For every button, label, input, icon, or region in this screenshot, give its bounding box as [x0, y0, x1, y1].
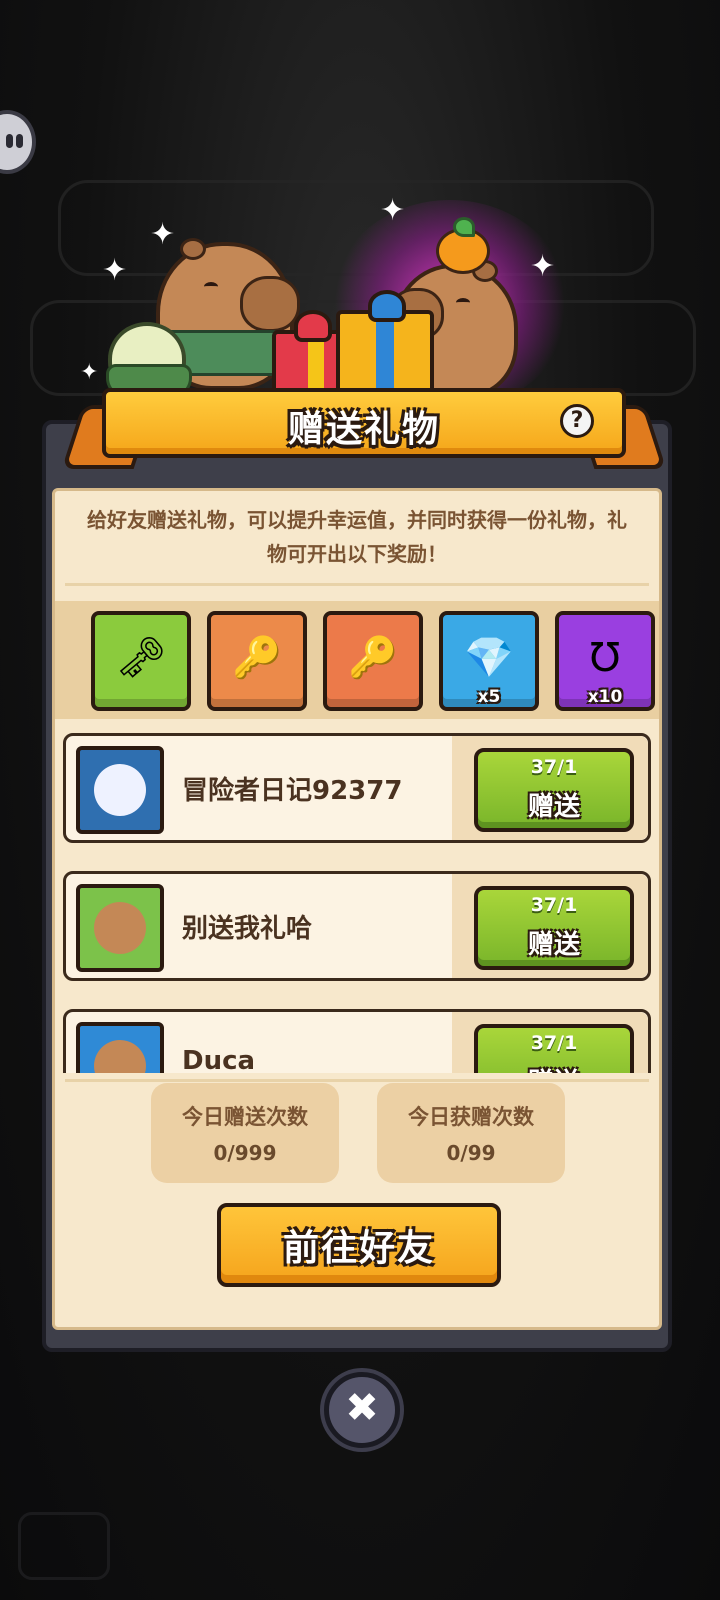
gift-count: 37/1: [530, 1032, 578, 1054]
divider: [65, 1079, 649, 1082]
capybara-avatar-icon[interactable]: [76, 1022, 164, 1073]
dialog-description: 给好友赠送礼物，可以提升幸运值，并同时获得一份礼物，礼物可开出以下奖励！: [87, 508, 627, 566]
reward-quantity: x5: [477, 687, 501, 707]
gift-button-label: 赠送: [527, 792, 580, 822]
orange-hat-icon: [436, 217, 490, 274]
gold-key-icon: 🔑: [232, 635, 282, 681]
goto-friends-button[interactable]: 前往好友: [217, 1203, 501, 1287]
daily-sent-label: 今日赠送次数: [182, 1105, 308, 1129]
gift-button-label: 赠送: [527, 930, 580, 960]
princess-avatar-icon[interactable]: [76, 746, 164, 834]
horseshoe-icon: Ʊ: [589, 635, 621, 681]
reward-item-gold-key[interactable]: 🔑: [207, 611, 307, 711]
gift-button[interactable]: 37/1 赠送: [474, 748, 634, 832]
title-banner: 赠送礼物: [102, 388, 626, 458]
daily-sent-value: 0/999: [213, 1141, 277, 1165]
daily-received-stat: 今日获赠次数 0/99: [377, 1083, 565, 1183]
hero-illustration: ✦ ✦ ✦ ✦ ✦: [0, 190, 720, 410]
crystal-key-icon: 🔑: [348, 635, 398, 681]
dialog-body: 给好友赠送礼物，可以提升幸运值，并同时获得一份礼物，礼物可开出以下奖励！ 🗝 🔑…: [52, 488, 662, 1330]
question-icon[interactable]: ?: [560, 404, 594, 438]
sparkle-icon: ✦: [530, 249, 556, 284]
reward-item-crystal-gem[interactable]: 💎 x5: [439, 611, 539, 711]
daily-sent-stat: 今日赠送次数 0/999: [151, 1083, 339, 1183]
crystal-gem-icon: 💎: [464, 635, 514, 681]
divider: [65, 583, 649, 586]
friend-row: 冒险者日记92377 37/1 赠送: [63, 733, 651, 843]
gift-count: 37/1: [530, 894, 578, 916]
sparkle-icon: ✦: [380, 193, 406, 228]
reward-item-horseshoe[interactable]: Ʊ x10: [555, 611, 655, 711]
daily-received-value: 0/99: [446, 1141, 496, 1165]
reward-list[interactable]: 🗝 🔑 🔑 💎 x5 Ʊ x10: [55, 601, 659, 719]
friend-name: 冒险者日记92377: [182, 776, 403, 806]
reward-quantity: x10: [587, 687, 623, 707]
sparkle-icon: ✦: [80, 360, 99, 385]
close-icon[interactable]: ✖: [324, 1372, 400, 1448]
sparkle-icon: ✦: [150, 217, 176, 252]
background-back-button: [18, 1512, 110, 1580]
friend-row: 别送我礼哈 37/1 赠送: [63, 871, 651, 981]
gift-button[interactable]: 37/1 赠送: [474, 886, 634, 970]
sparkle-icon: ✦: [102, 253, 128, 288]
goto-friends-label: 前往好友: [282, 1228, 435, 1269]
daily-received-label: 今日获赠次数: [408, 1105, 534, 1129]
dialog-title: 赠送礼物: [287, 409, 440, 450]
gift-button-label: 赠送: [478, 1062, 630, 1073]
egg-pet-icon: [106, 322, 192, 398]
gift-button[interactable]: 37/1 赠送: [474, 1024, 634, 1073]
reward-item-crystal-key[interactable]: 🔑: [323, 611, 423, 711]
friend-name: Duca: [182, 1046, 256, 1073]
friend-row: Duca 37/1 赠送: [63, 1009, 651, 1073]
gift-count: 37/1: [530, 756, 578, 778]
capybara-flower-avatar-icon[interactable]: [76, 884, 164, 972]
reward-item-silver-key[interactable]: 🗝: [91, 611, 191, 711]
silver-key-icon: 🗝: [115, 635, 167, 681]
friend-list[interactable]: 冒险者日记92377 37/1 赠送 别送我礼哈 37/1 赠送 Duca 37…: [55, 727, 659, 1073]
friend-name: 别送我礼哈: [182, 914, 313, 944]
